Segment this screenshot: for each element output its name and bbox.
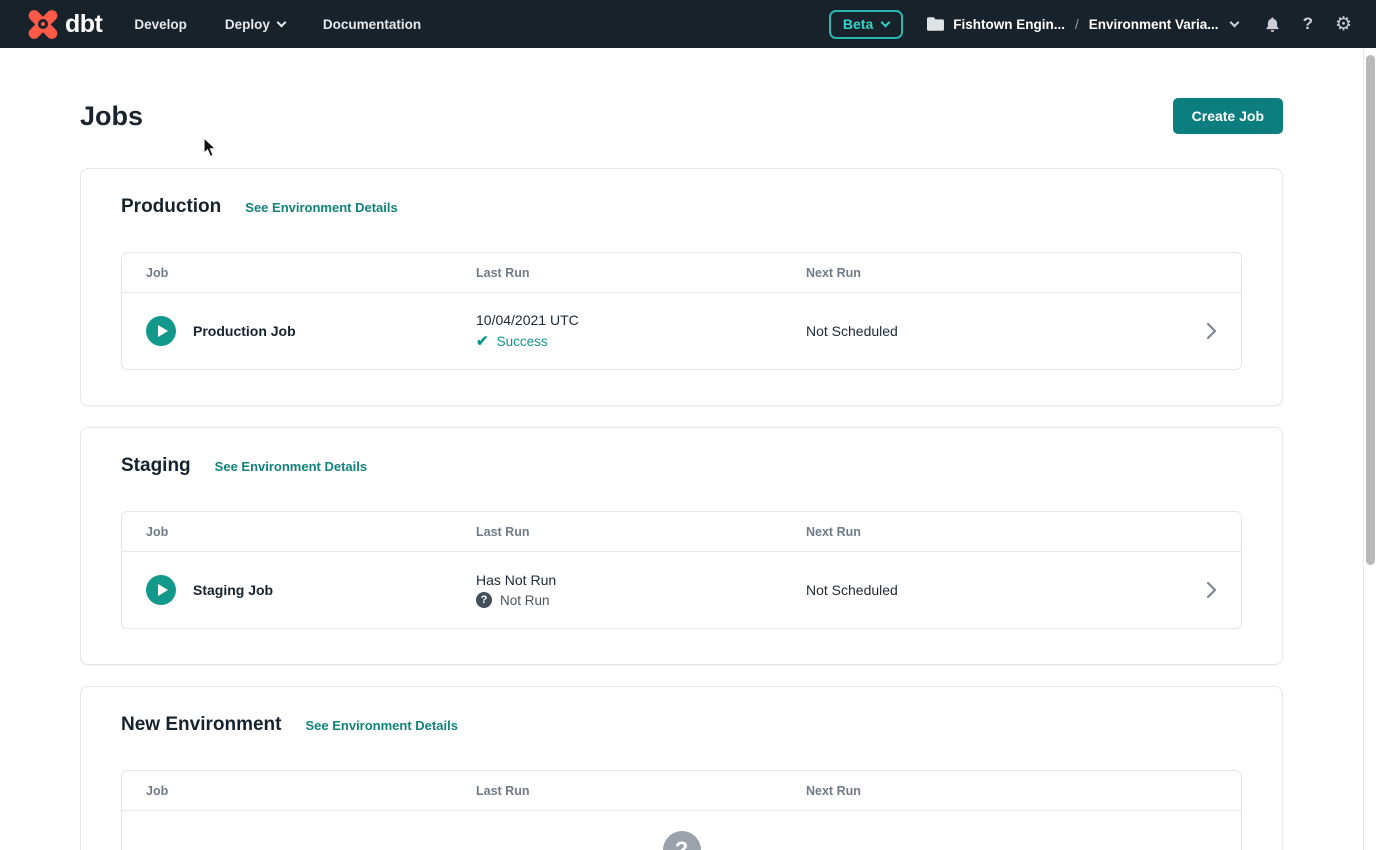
job-name: Production Job [193,323,296,339]
notifications-bell-icon[interactable] [1264,15,1281,34]
environment-name: New Environment [121,712,281,738]
top-nav: dbt Develop Deploy Documentation Beta Fi… [0,0,1376,48]
help-icon[interactable]: ? [1303,14,1313,34]
chevron-down-icon [881,17,891,27]
column-header-job: Job [146,525,476,539]
column-header-job: Job [146,784,476,798]
table-header-row: Job Last Run Next Run [122,771,1241,811]
environment-name: Staging [121,453,191,479]
question-circle-icon: ? [663,831,701,850]
column-header-next-run: Next Run [806,525,1181,539]
question-circle-icon: ? [476,592,492,608]
see-environment-details-link[interactable]: See Environment Details [245,200,397,215]
dbt-logo[interactable]: dbt [24,5,102,43]
empty-state-row: ? [122,811,1241,850]
table-header-row: Job Last Run Next Run [122,253,1241,293]
table-header-row: Job Last Run Next Run [122,512,1241,552]
play-icon [158,584,168,596]
column-header-next-run: Next Run [806,266,1181,280]
jobs-table: Job Last Run Next Run Staging Job Has No… [121,511,1242,629]
run-job-play-button[interactable] [146,316,176,346]
page-title: Jobs [80,101,143,132]
jobs-page: Jobs Create Job Production See Environme… [0,98,1376,850]
column-header-last-run: Last Run [476,266,806,280]
breadcrumb[interactable]: Fishtown Engin... / Environment Varia... [927,17,1237,32]
next-run-value: Not Scheduled [806,323,1181,339]
column-header-job: Job [146,266,476,280]
dbt-wordmark: dbt [65,10,102,39]
dbt-logo-icon [24,5,62,43]
run-job-play-button[interactable] [146,575,176,605]
beta-dropdown[interactable]: Beta [829,10,903,39]
status-label: Success [497,334,548,349]
jobs-table: Job Last Run Next Run Production Job 10/… [121,252,1242,370]
nav-item-documentation[interactable]: Documentation [323,17,421,32]
column-header-last-run: Last Run [476,525,806,539]
see-environment-details-link[interactable]: See Environment Details [305,718,457,733]
last-run-date: 10/04/2021 UTC [476,312,806,328]
vertical-scrollbar-track[interactable] [1363,48,1376,850]
column-header-next-run: Next Run [806,784,1181,798]
breadcrumb-page[interactable]: Environment Varia... [1089,17,1219,32]
job-row-staging[interactable]: Staging Job Has Not Run ? Not Run Not Sc… [122,552,1241,628]
nav-item-develop[interactable]: Develop [134,17,187,32]
play-icon [158,325,168,337]
environment-card-production: Production See Environment Details Job L… [80,168,1283,406]
status-badge: ✔ Success [476,332,806,350]
vertical-scrollbar-thumb[interactable] [1366,55,1375,565]
chevron-down-icon [276,17,286,27]
last-run-date: Has Not Run [476,572,806,588]
folder-icon [927,17,944,31]
status-badge: ? Not Run [476,592,806,608]
chevron-right-icon[interactable] [1206,581,1217,599]
chevron-right-icon[interactable] [1206,322,1217,340]
environment-name: Production [121,194,221,220]
column-header-last-run: Last Run [476,784,806,798]
settings-gear-icon[interactable]: ⚙ [1335,15,1352,34]
status-label: Not Run [500,593,550,608]
job-name: Staging Job [193,582,273,598]
check-icon: ✔ [476,332,489,350]
environment-card-staging: Staging See Environment Details Job Last… [80,427,1283,665]
next-run-value: Not Scheduled [806,582,1181,598]
chevron-down-icon[interactable] [1229,17,1239,27]
nav-item-deploy[interactable]: Deploy [225,17,285,32]
job-row-production[interactable]: Production Job 10/04/2021 UTC ✔ Success … [122,293,1241,369]
breadcrumb-account[interactable]: Fishtown Engin... [953,17,1065,32]
jobs-table: Job Last Run Next Run ? [121,770,1242,850]
create-job-button[interactable]: Create Job [1173,98,1283,134]
see-environment-details-link[interactable]: See Environment Details [215,459,367,474]
breadcrumb-separator: / [1075,17,1079,32]
environment-card-new-environment: New Environment See Environment Details … [80,686,1283,850]
